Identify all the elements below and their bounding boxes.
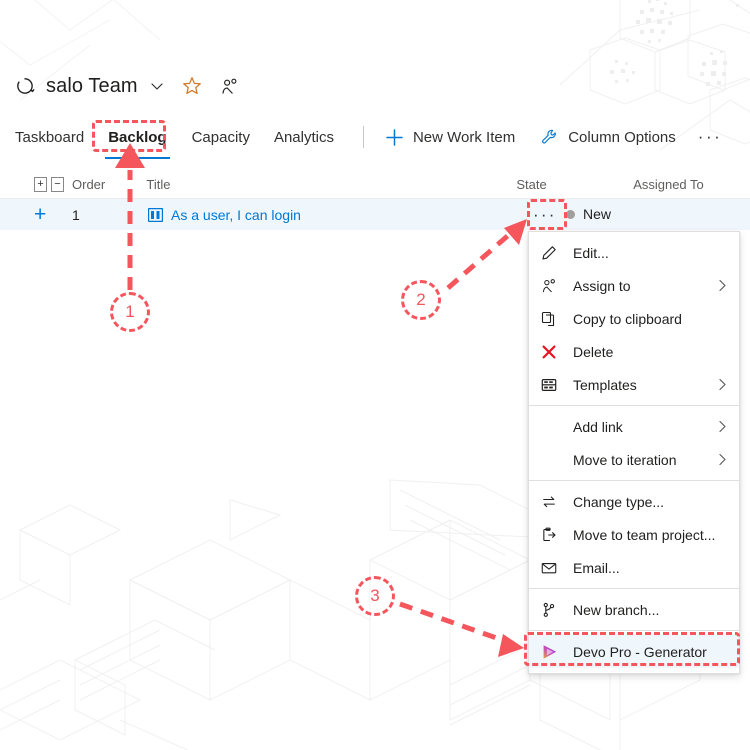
menu-item-move-to-iteration[interactable]: Move to iteration (529, 443, 739, 476)
column-header-state[interactable]: State (516, 177, 633, 192)
row-title-cell[interactable]: As a user, I can login (148, 207, 518, 223)
row-title-link[interactable]: As a user, I can login (171, 207, 301, 223)
chevron-right-icon (716, 420, 729, 433)
menu-separator (529, 588, 739, 589)
new-work-item-button[interactable]: New Work Item (385, 120, 515, 154)
menu-item-email[interactable]: Email... (529, 551, 739, 584)
row-context-menu: Edit... Assign to Copy to clipboard Dele… (528, 231, 740, 674)
chevron-down-icon[interactable] (149, 78, 165, 94)
tab-label: Capacity (191, 128, 250, 146)
team-header: salo Team (14, 68, 239, 104)
change-type-icon (541, 494, 563, 510)
pivot-tabbar: Taskboard Backlog Capacity Analytics New… (0, 120, 750, 159)
tab-label: Backlog (108, 128, 167, 146)
tab-label: Taskboard (15, 128, 85, 146)
menu-item-label: Delete (573, 343, 614, 360)
plus-icon (385, 128, 404, 147)
menu-item-edit[interactable]: Edit... (529, 236, 739, 269)
menu-item-label: Add link (573, 418, 623, 435)
menu-item-label: Email... (573, 559, 620, 576)
mail-icon (541, 560, 563, 576)
copy-icon (541, 311, 563, 327)
devo-pro-icon (541, 643, 563, 661)
menu-item-label: Copy to clipboard (573, 310, 682, 327)
tab-backlog[interactable]: Backlog (105, 120, 170, 159)
tab-capacity[interactable]: Capacity (191, 120, 251, 154)
annotation-arrow-3 (399, 601, 524, 657)
menu-item-label: Move to team project... (573, 526, 716, 543)
menu-item-devo-pro-generator[interactable]: Devo Pro - Generator (529, 635, 739, 668)
menu-item-label: Change type... (573, 493, 665, 510)
tab-label: Analytics (273, 128, 334, 146)
menu-item-templates[interactable]: Templates (529, 368, 739, 401)
row-state-value: New (583, 206, 612, 222)
annotation-step-2: 2 (401, 280, 441, 320)
menu-separator (529, 405, 739, 406)
annotation-step-1: 1 (110, 292, 150, 332)
menu-item-label: New branch... (573, 601, 660, 618)
menu-item-label: Templates (573, 376, 637, 393)
tab-taskboard[interactable]: Taskboard (14, 120, 85, 154)
team-name[interactable]: salo Team (46, 75, 138, 98)
wrench-icon (540, 128, 559, 147)
column-options-label: Column Options (568, 128, 676, 146)
chevron-right-icon (716, 378, 729, 391)
user-story-icon (148, 207, 163, 222)
refresh-icon[interactable] (14, 75, 36, 97)
new-work-item-label: New Work Item (412, 128, 516, 146)
menu-separator (529, 630, 739, 631)
annotation-step-number: 1 (125, 302, 135, 321)
state-dot-icon (566, 209, 575, 219)
menu-item-copy-to-clipboard[interactable]: Copy to clipboard (529, 302, 739, 335)
menu-item-new-branch[interactable]: New branch... (529, 593, 739, 626)
chevron-right-icon (716, 279, 729, 292)
menu-item-label: Move to iteration (573, 451, 677, 468)
expand-collapse-controls: + − (34, 176, 64, 192)
row-context-menu-button[interactable]: ··· (533, 205, 557, 225)
row-order-value: 1 (72, 206, 80, 223)
table-row[interactable]: + 1 As a user, I can login (0, 199, 750, 230)
column-options-button[interactable]: Column Options (540, 120, 676, 154)
templates-icon (541, 377, 563, 393)
annotation-step-3: 3 (355, 576, 395, 616)
menu-item-label: Edit... (573, 244, 609, 261)
delete-x-icon (541, 344, 563, 360)
row-state-cell: New (566, 206, 611, 222)
favorite-star-icon[interactable] (181, 75, 203, 97)
menu-item-label: Assign to (573, 277, 631, 294)
move-project-icon (541, 527, 563, 543)
tab-active-underline (105, 157, 170, 159)
annotation-step-number: 2 (416, 290, 426, 309)
expand-all-icon[interactable]: + (34, 176, 47, 192)
branch-icon (541, 602, 563, 618)
chevron-right-icon (716, 453, 729, 466)
toolbar-more-ellipsis-icon[interactable]: ··· (698, 120, 722, 154)
menu-item-delete[interactable]: Delete (529, 335, 739, 368)
add-child-button[interactable]: + (34, 204, 64, 225)
annotation-step-number: 3 (370, 586, 380, 605)
collapse-all-icon[interactable]: − (51, 176, 64, 192)
team-members-icon[interactable] (220, 77, 239, 96)
person-icon (541, 278, 563, 294)
column-header-title[interactable]: Title (146, 177, 516, 192)
pencil-icon (541, 245, 563, 261)
column-header-assigned-to[interactable]: Assigned To (633, 177, 750, 192)
app-root: salo Team Taskboard Backlog Capacity Ana… (0, 0, 750, 750)
tab-analytics[interactable]: Analytics (273, 120, 335, 154)
grid-header-row: + − Order Title State Assigned To (0, 170, 750, 199)
column-header-order[interactable]: Order (72, 177, 132, 192)
toolbar-divider (362, 126, 364, 148)
menu-item-change-type[interactable]: Change type... (529, 485, 739, 518)
menu-item-add-link[interactable]: Add link (529, 410, 739, 443)
menu-item-assign-to[interactable]: Assign to (529, 269, 739, 302)
menu-item-move-to-team-project[interactable]: Move to team project... (529, 518, 739, 551)
menu-item-label: Devo Pro - Generator (573, 643, 707, 660)
menu-separator (529, 480, 739, 481)
